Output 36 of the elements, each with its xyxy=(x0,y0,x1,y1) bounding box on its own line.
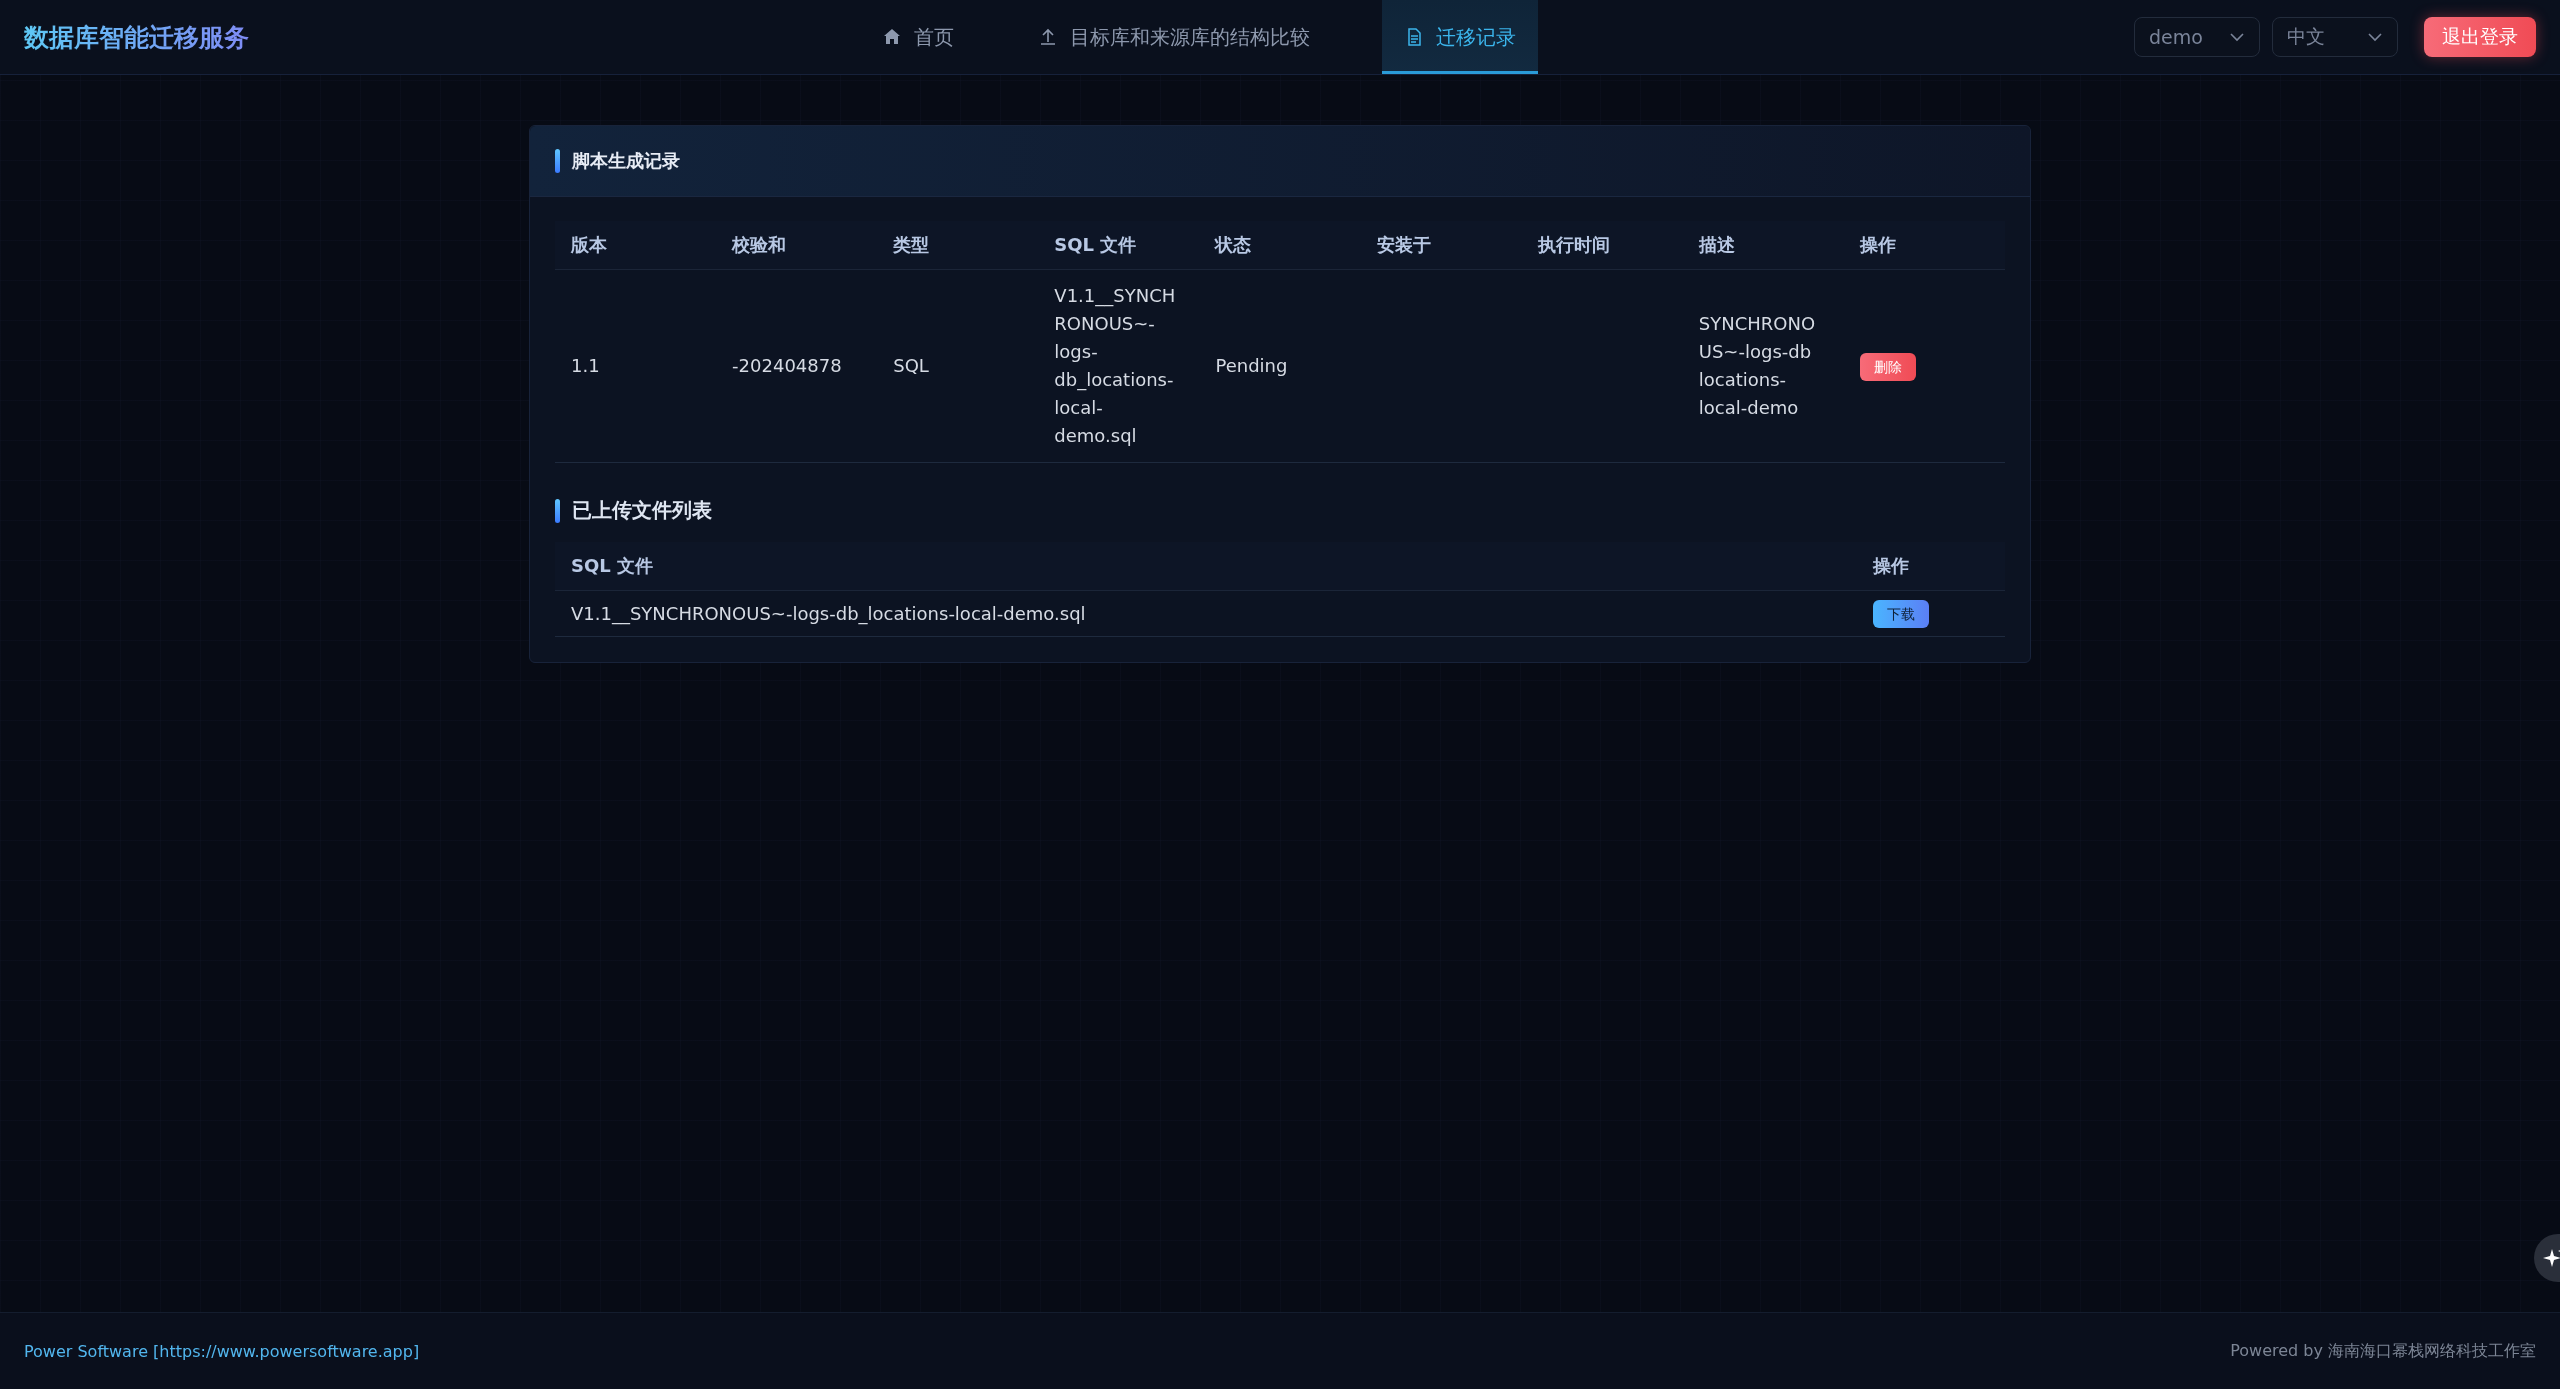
column-header: SQL 文件 xyxy=(555,542,1857,591)
table-cell: 1.1 xyxy=(555,269,717,463)
table-cell: -202404878 xyxy=(716,269,878,463)
section-title: 脚本生成记录 xyxy=(572,149,680,173)
table-cell: V1.1__SYNCHRONOUS~-logs-db_locations-local-demo.sql xyxy=(555,590,1857,637)
footer-credit: Powered by 海南海口幂栈网络科技工作室 xyxy=(2230,1340,2536,1362)
table-cell: SYNCHRONOUS~-logs-db locations-local-demo xyxy=(1682,269,1844,463)
nav-tab[interactable]: 迁移记录 xyxy=(1382,0,1538,74)
column-header: 校验和 xyxy=(716,221,878,270)
column-header: 操作 xyxy=(1857,542,2005,591)
column-header: SQL 文件 xyxy=(1038,221,1200,270)
accent-bar xyxy=(555,149,560,173)
nav-tab[interactable]: 目标库和来源库的结构比较 xyxy=(1016,0,1332,74)
logout-button[interactable]: 退出登录 xyxy=(2424,17,2536,57)
chevron-down-icon xyxy=(2229,32,2245,42)
column-header: 类型 xyxy=(877,221,1039,270)
column-header: 描述 xyxy=(1682,221,1844,270)
home-icon xyxy=(882,27,902,47)
language-dropdown[interactable]: 中文 xyxy=(2272,17,2398,57)
column-header: 版本 xyxy=(555,221,717,270)
user-dropdown[interactable]: demo xyxy=(2134,17,2260,57)
column-header: 状态 xyxy=(1199,221,1361,270)
column-header: 安装于 xyxy=(1360,221,1522,270)
table-cell: V1.1__SYNCHRONOUS~-logs-db_locations-local-demo.sql xyxy=(1038,269,1200,463)
column-header: 执行时间 xyxy=(1521,221,1683,270)
section-title: 已上传文件列表 xyxy=(572,497,712,524)
download-button[interactable]: 下载 xyxy=(1873,600,1929,628)
column-header: 操作 xyxy=(1843,221,2005,270)
table-cell: Pending xyxy=(1199,269,1361,463)
upload-icon xyxy=(1038,27,1058,47)
chevron-down-icon xyxy=(2367,32,2383,42)
nav-tab[interactable]: 首页 xyxy=(860,0,976,74)
accent-bar xyxy=(555,498,560,523)
footer-link[interactable]: Power Software [https://www.powersoftware.app] xyxy=(24,1341,420,1361)
table-cell: SQL xyxy=(877,269,1039,463)
delete-button[interactable]: 删除 xyxy=(1859,352,1916,381)
